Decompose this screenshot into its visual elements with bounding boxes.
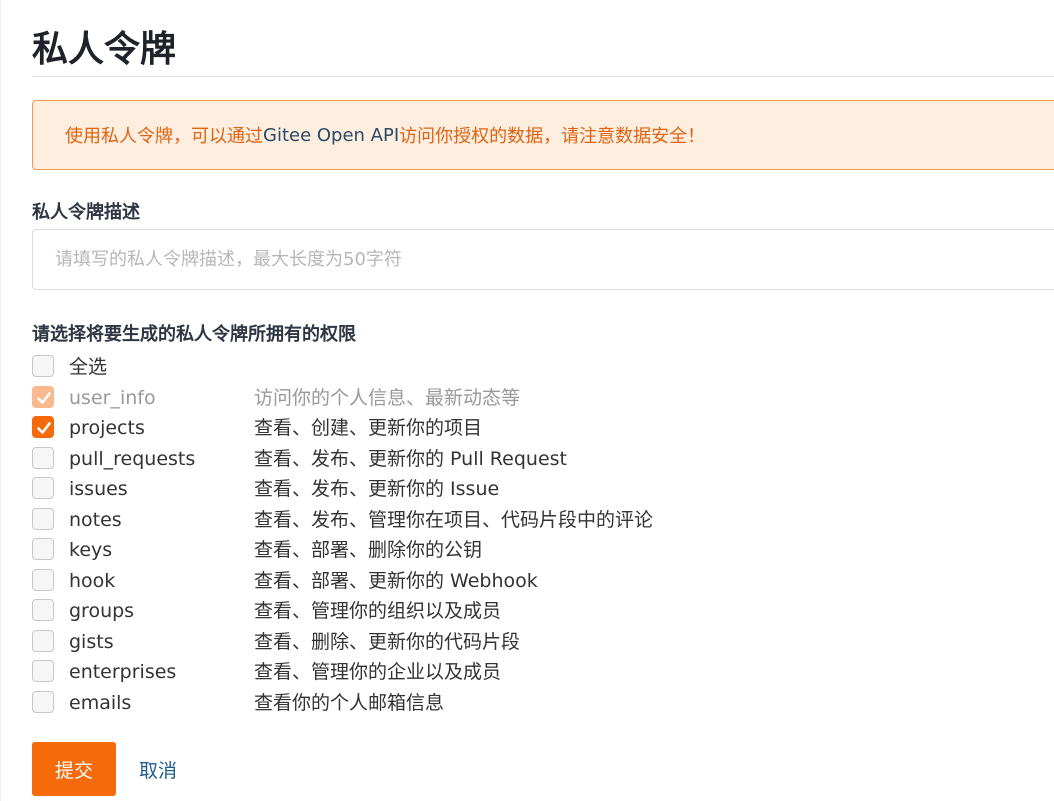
- permission-checkbox[interactable]: [32, 568, 54, 591]
- permission-row-pull-requests[interactable]: pull_requests 查看、发布、更新你的 Pull Request: [32, 444, 1032, 475]
- notice-api-name: Gitee Open API: [263, 124, 400, 146]
- permission-checkbox[interactable]: [32, 477, 54, 499]
- notice-text-prefix: 使用私人令牌，可以通过: [65, 126, 263, 147]
- permission-name: enterprises: [69, 661, 177, 683]
- permission-description: 查看、管理你的组织以及成员: [254, 600, 502, 622]
- permission-name: notes: [69, 508, 122, 531]
- permission-row-enterprises[interactable]: enterprises 查看、管理你的企业以及成员: [32, 657, 1032, 688]
- permission-checkbox[interactable]: [32, 538, 54, 560]
- permission-description: 查看、创建、更新你的项目: [254, 417, 483, 439]
- permissions-list: 全选 user_info 访问你的个人信息、最新动态等 projects 查看、创建、…: [32, 352, 1032, 718]
- permission-row-user-info: user_info 访问你的个人信息、最新动态等: [32, 383, 1032, 414]
- permission-checkbox[interactable]: [32, 507, 54, 530]
- permission-checkbox[interactable]: [32, 446, 54, 469]
- permission-description: 访问你的个人信息、最新动态等: [254, 386, 521, 409]
- select-all-checkbox[interactable]: [32, 355, 54, 377]
- title-divider: [32, 76, 1054, 77]
- permission-name: hook: [69, 569, 116, 592]
- permission-row-hook[interactable]: hook 查看、部署、更新你的 Webhook: [32, 566, 1032, 597]
- description-input[interactable]: [32, 229, 1054, 290]
- permission-description: 查看、部署、更新你的 Webhook: [254, 569, 538, 592]
- permission-row-issues[interactable]: issues 查看、发布、更新你的 Issue: [32, 474, 1032, 505]
- permission-row-groups[interactable]: groups 查看、管理你的组织以及成员: [32, 596, 1032, 627]
- permission-description: 查看、发布、管理你在项目、代码片段中的评论: [254, 508, 654, 531]
- permission-name: issues: [69, 478, 128, 500]
- permission-name: keys: [69, 539, 113, 561]
- permission-checkbox[interactable]: [32, 416, 54, 438]
- notice-text-suffix: 访问你授权的数据，请注意数据安全！: [399, 126, 706, 147]
- select-all-label: 全选: [69, 356, 108, 378]
- permission-description: 查看、删除、更新你的代码片段: [254, 630, 521, 653]
- permission-description: 查看你的个人邮箱信息: [254, 691, 445, 714]
- permission-description: 查看、管理你的企业以及成员: [254, 661, 502, 683]
- permission-name: groups: [69, 600, 135, 622]
- permission-row-gists[interactable]: gists 查看、删除、更新你的代码片段: [32, 627, 1032, 658]
- permission-description: 查看、发布、更新你的 Issue: [254, 478, 500, 500]
- permission-checkbox[interactable]: [32, 599, 54, 621]
- permissions-label: 请选择将要生成的私人令牌所拥有的权限: [32, 324, 356, 345]
- select-all-row[interactable]: 全选: [32, 352, 1032, 383]
- permission-row-keys[interactable]: keys 查看、部署、删除你的公钥: [32, 535, 1032, 566]
- permission-checkbox[interactable]: [32, 660, 54, 682]
- permission-name: projects: [69, 417, 145, 439]
- permission-checkbox[interactable]: [32, 629, 54, 652]
- page-title: 私人令牌: [32, 29, 177, 70]
- permission-name: gists: [69, 630, 114, 653]
- permission-description: 查看、发布、更新你的 Pull Request: [254, 447, 567, 470]
- left-divider: [0, 0, 1, 801]
- submit-button[interactable]: 提交: [32, 742, 116, 796]
- permission-row-notes[interactable]: notes 查看、发布、管理你在项目、代码片段中的评论: [32, 505, 1032, 536]
- description-label: 私人令牌描述: [32, 202, 140, 223]
- permission-checkbox: [32, 385, 54, 408]
- permission-checkbox[interactable]: [32, 690, 54, 713]
- permission-row-projects[interactable]: projects 查看、创建、更新你的项目: [32, 413, 1032, 444]
- cancel-link[interactable]: 取消: [139, 756, 177, 783]
- permission-description: 查看、部署、删除你的公钥: [254, 539, 483, 561]
- permission-name: emails: [69, 691, 132, 714]
- permission-row-emails[interactable]: emails 查看你的个人邮箱信息: [32, 688, 1032, 719]
- permission-name: user_info: [69, 386, 156, 409]
- security-notice: 使用私人令牌，可以通过 Gitee Open API 访问你授权的数据，请注意数…: [32, 100, 1054, 170]
- permission-name: pull_requests: [69, 447, 196, 470]
